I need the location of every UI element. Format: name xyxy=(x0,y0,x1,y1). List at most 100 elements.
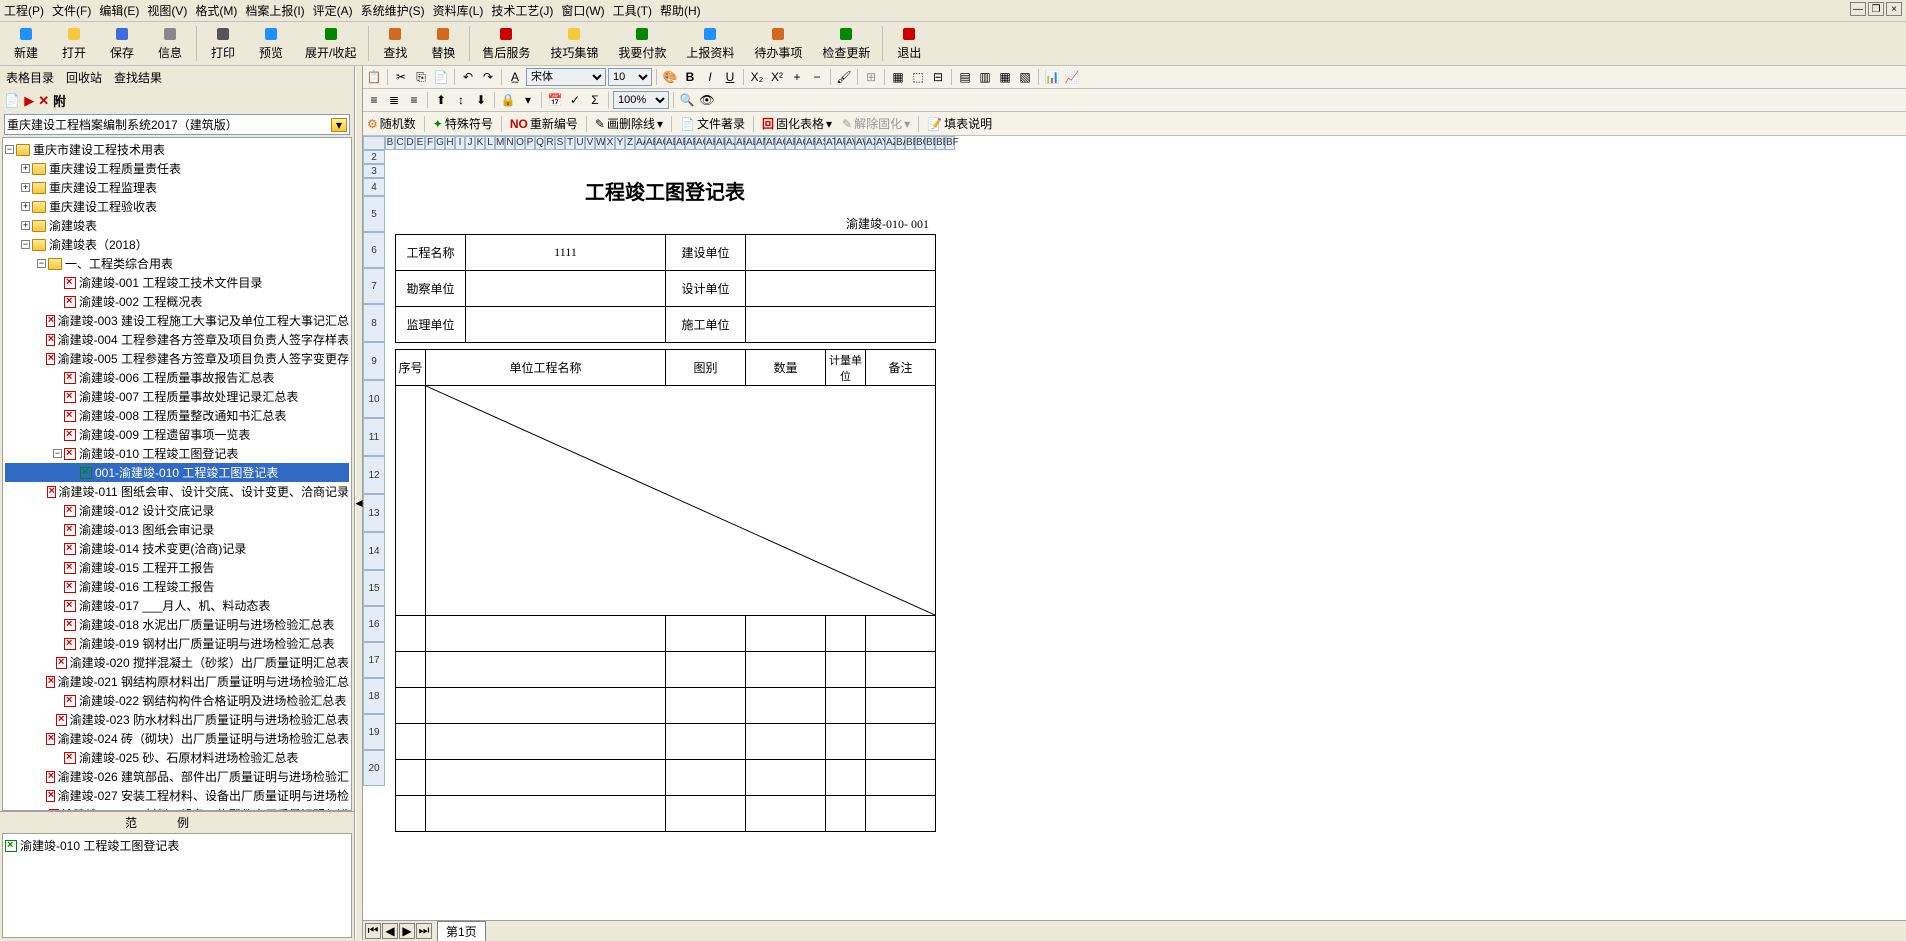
tree-node[interactable]: +重庆建设工程监理表 xyxy=(5,178,349,197)
tree-node[interactable]: 渝建竣-008 工程质量整改通知书汇总表 xyxy=(5,406,349,425)
unsolidify-button[interactable]: ✎解除固化▾ xyxy=(840,114,912,133)
dropdown-arrow-icon[interactable]: ▾ xyxy=(331,118,347,132)
select-all-corner[interactable] xyxy=(363,136,385,150)
col-header[interactable]: 备注 xyxy=(866,350,936,386)
col-header[interactable]: AL xyxy=(745,136,755,150)
tree-node[interactable]: −渝建竣-010 工程竣工图登记表 xyxy=(5,444,349,463)
left-tab[interactable]: 回收站 xyxy=(64,68,104,87)
cut-icon[interactable]: ✂ xyxy=(392,68,410,86)
align-right-icon[interactable]: ≡ xyxy=(405,91,423,109)
menu-item[interactable]: 格式(M) xyxy=(195,2,237,19)
find-button[interactable]: 查找 xyxy=(371,24,419,63)
minus-icon[interactable]: − xyxy=(808,68,826,86)
cell-value[interactable]: 1111 xyxy=(466,235,666,271)
col-header[interactable]: AI xyxy=(715,136,725,150)
align-center-icon[interactable]: ≣ xyxy=(385,91,403,109)
col-header[interactable]: AW xyxy=(855,136,865,150)
copy-icon[interactable]: 📋 xyxy=(365,68,383,86)
col-header[interactable]: F xyxy=(425,136,435,150)
tree-node[interactable]: +重庆建设工程质量责任表 xyxy=(5,159,349,178)
tree-node[interactable]: 渝建竣-023 防水材料出厂质量证明与进场检验汇总表 xyxy=(5,710,349,729)
tree-node[interactable]: 渝建竣-009 工程遗留事项一览表 xyxy=(5,425,349,444)
update-button[interactable]: 检查更新 xyxy=(812,24,880,63)
left-tab[interactable]: 表格目录 xyxy=(4,68,56,87)
exit-button[interactable]: 退出 xyxy=(885,24,933,63)
superscript-icon[interactable]: X² xyxy=(768,68,786,86)
col-header[interactable]: T xyxy=(565,136,575,150)
tree-node[interactable]: +渝建竣表 xyxy=(5,216,349,235)
col-header[interactable]: AJ xyxy=(725,136,735,150)
font-select[interactable]: 宋体 xyxy=(526,68,606,86)
menu-item[interactable]: 评定(A) xyxy=(313,2,353,19)
undo-icon[interactable]: ↶ xyxy=(459,68,477,86)
col-header[interactable]: 单位工程名称 xyxy=(426,350,666,386)
col-header[interactable]: AZ xyxy=(885,136,895,150)
tree-node[interactable]: 渝建竣-024 砖（砌块）出厂质量证明与进场检验汇总表 xyxy=(5,729,349,748)
new-doc-icon[interactable]: 📄 xyxy=(4,93,20,109)
valign-top-icon[interactable]: ⬆ xyxy=(432,91,450,109)
tree-toggle-icon[interactable]: − xyxy=(5,145,14,154)
tree-toggle-icon[interactable]: − xyxy=(21,240,30,249)
menu-item[interactable]: 系统维护(S) xyxy=(361,2,425,19)
tree-node[interactable]: 渝建竣-002 工程概况表 xyxy=(5,292,349,311)
find-icon[interactable]: 🔍 xyxy=(678,91,696,109)
tree-node[interactable]: 渝建竣-007 工程质量事故处理记录汇总表 xyxy=(5,387,349,406)
col-header[interactable]: BA xyxy=(895,136,905,150)
open-button[interactable]: 打开 xyxy=(50,24,98,63)
info-button[interactable]: 信息 xyxy=(146,24,194,63)
col-header[interactable]: AH xyxy=(705,136,715,150)
col-header[interactable]: S xyxy=(555,136,565,150)
tree-toggle-icon[interactable]: + xyxy=(21,183,30,192)
tree-node[interactable]: 渝建竣-015 工程开工报告 xyxy=(5,558,349,577)
grid3-icon[interactable]: ▦ xyxy=(996,68,1014,86)
new-button[interactable]: 新建 xyxy=(2,24,50,63)
col-header[interactable]: I xyxy=(455,136,465,150)
row-header[interactable]: 10 xyxy=(363,380,385,418)
row-header[interactable]: 9 xyxy=(363,342,385,380)
border-icon[interactable]: ▦ xyxy=(889,68,907,86)
data-cell[interactable] xyxy=(396,386,426,616)
col-header[interactable]: AB xyxy=(645,136,655,150)
check-icon[interactable]: ✓ xyxy=(566,91,584,109)
col-header[interactable]: 数量 xyxy=(746,350,826,386)
col-header[interactable]: 序号 xyxy=(396,350,426,386)
col-header[interactable]: AC xyxy=(655,136,665,150)
col-header[interactable]: AR xyxy=(805,136,815,150)
col-header[interactable]: BB xyxy=(905,136,915,150)
tree-view[interactable]: −重庆市建设工程技术用表+重庆建设工程质量责任表+重庆建设工程监理表+重庆建设工… xyxy=(2,137,352,811)
row-header[interactable]: 2 xyxy=(363,150,385,164)
size-select[interactable]: 10 xyxy=(608,68,652,86)
close-button[interactable]: × xyxy=(1886,2,1902,16)
col-header[interactable]: BE xyxy=(935,136,945,150)
row-header[interactable]: 17 xyxy=(363,642,385,678)
col-header[interactable]: BF xyxy=(945,136,955,150)
tree-node[interactable]: 渝建竣-012 设计交底记录 xyxy=(5,501,349,520)
redo-icon[interactable]: ↷ xyxy=(479,68,497,86)
print-button[interactable]: 打印 xyxy=(199,24,247,63)
merge-icon[interactable]: ⬚ xyxy=(909,68,927,86)
row-header[interactable]: 4 xyxy=(363,178,385,196)
col-header[interactable]: AD xyxy=(665,136,675,150)
col-header[interactable]: V xyxy=(585,136,595,150)
lock-icon[interactable]: 🔒 xyxy=(499,91,517,109)
col-header[interactable]: AV xyxy=(845,136,855,150)
menu-item[interactable]: 编辑(E) xyxy=(99,2,139,19)
col-header[interactable]: E xyxy=(415,136,425,150)
col-header[interactable]: L xyxy=(485,136,495,150)
col-header[interactable]: AG xyxy=(695,136,705,150)
diagonal-cell[interactable] xyxy=(426,386,936,616)
cell-label[interactable]: 监理单位 xyxy=(396,307,466,343)
col-header[interactable]: K xyxy=(475,136,485,150)
prev-sheet-icon[interactable]: ◀ xyxy=(382,923,398,939)
col-header[interactable]: 图别 xyxy=(666,350,746,386)
spreadsheet-area[interactable]: BCDEFGHIJKLMNOPQRSTUVWXYZAAABACADAEAFAGA… xyxy=(363,136,1906,920)
row-header[interactable]: 11 xyxy=(363,418,385,456)
service-button[interactable]: 售后服务 xyxy=(472,24,540,63)
tree-node[interactable]: 渝建竣-017 ___月人、机、料动态表 xyxy=(5,596,349,615)
tips-button[interactable]: 技巧集锦 xyxy=(540,24,608,63)
dropdown-icon[interactable]: ▾ xyxy=(519,91,537,109)
expand-button[interactable]: 展开/收起 xyxy=(295,24,366,63)
align-left-icon[interactable]: ≡ xyxy=(365,91,383,109)
preview-button[interactable]: 预览 xyxy=(247,24,295,63)
col-header[interactable]: J xyxy=(465,136,475,150)
